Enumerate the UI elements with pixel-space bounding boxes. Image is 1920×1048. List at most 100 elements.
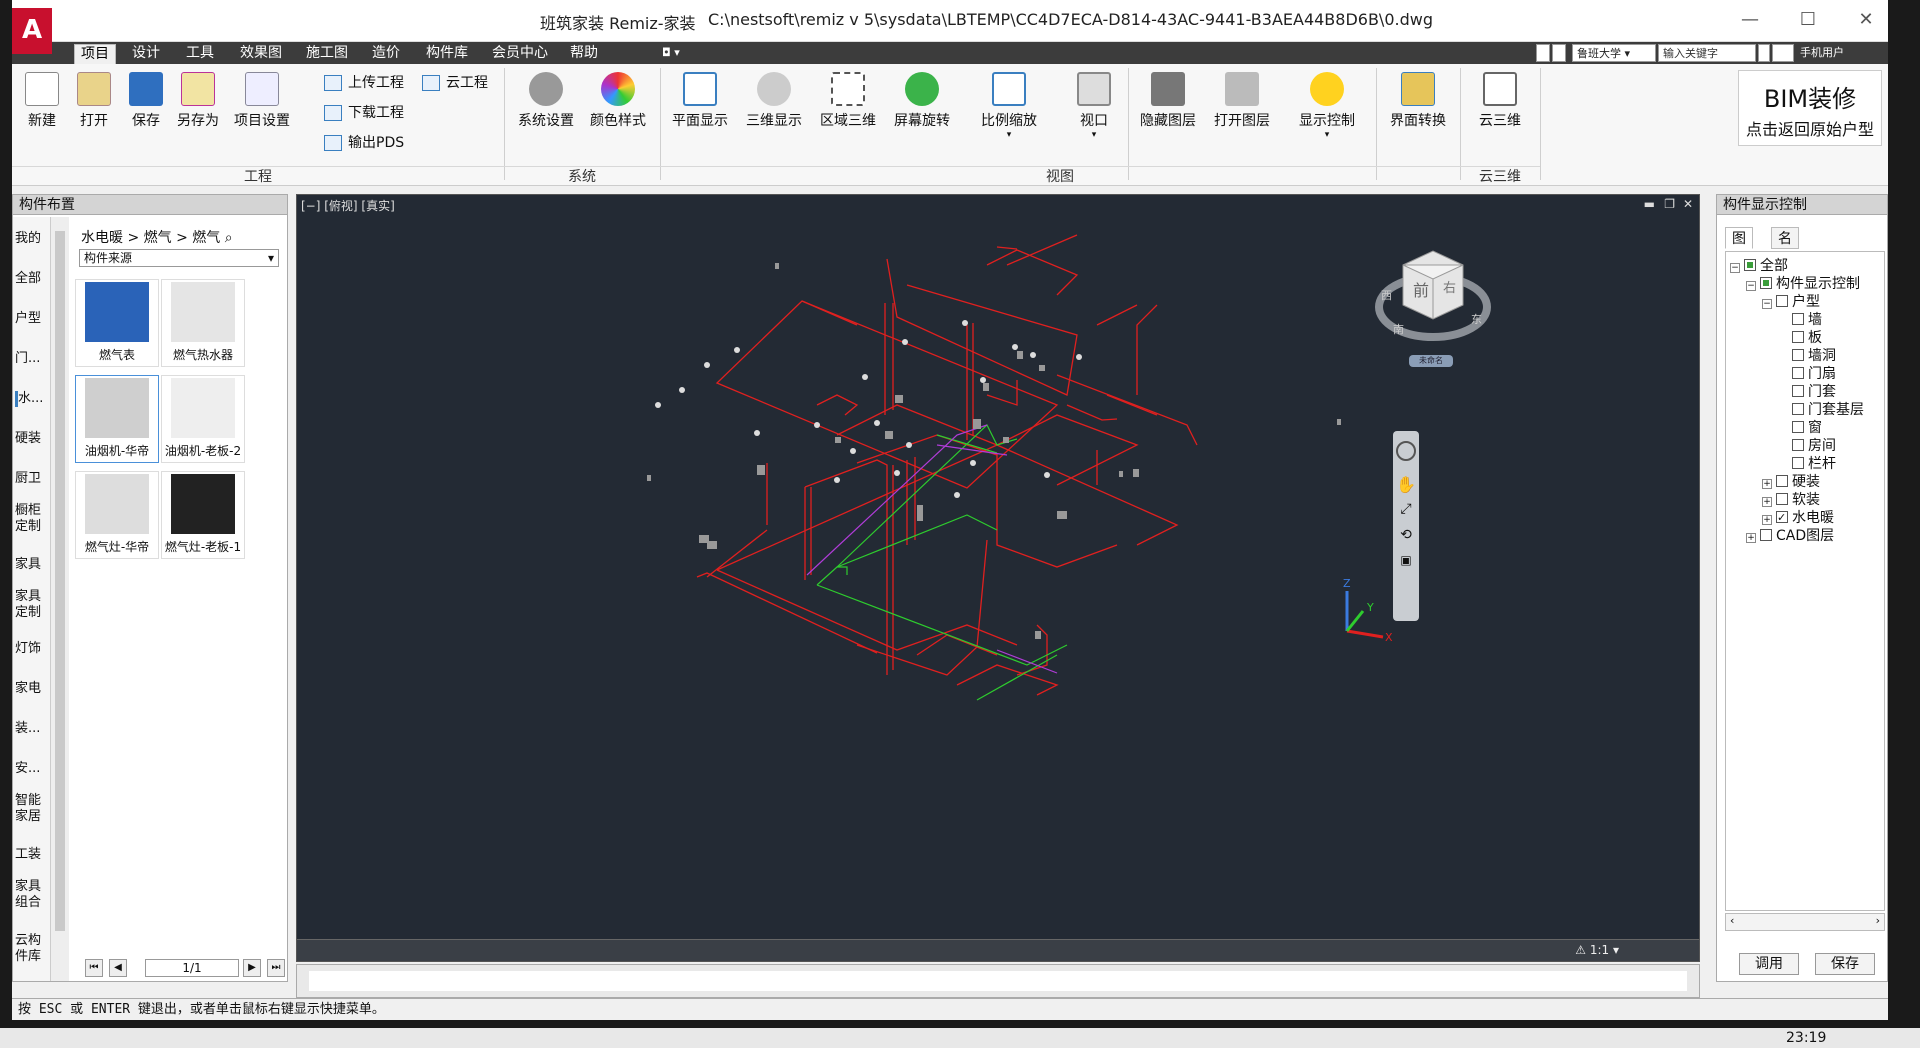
tree-node[interactable]: 墙洞 — [1778, 346, 1836, 366]
category-security[interactable]: 安... — [15, 761, 49, 777]
hide-layer-button[interactable]: 隐藏图层 — [1136, 72, 1200, 130]
last-page-icon[interactable]: ⏭ — [267, 959, 285, 977]
viewport-button[interactable]: 视口 ▾ — [1070, 72, 1118, 140]
tree-horizontal-scrollbar[interactable]: ‹ › — [1725, 913, 1885, 931]
close-icon[interactable]: ✕ — [1856, 10, 1876, 30]
system-settings-button[interactable]: 系统设置 — [514, 72, 578, 130]
expand-icon[interactable]: + — [1762, 479, 1772, 489]
category-all[interactable]: 全部 — [15, 271, 49, 287]
mail-dropdown-icon[interactable] — [1772, 44, 1794, 62]
checkbox-icon[interactable] — [1792, 313, 1804, 325]
save-button[interactable]: 保存 — [126, 72, 166, 130]
category-scrollbar[interactable] — [51, 217, 69, 981]
app-logo-icon[interactable]: A — [12, 8, 52, 54]
cad-viewport[interactable]: [−] [俯视] [真实] ▬ ❐ ✕ Z Y X 前 右 西 东 南 未命名 … — [296, 194, 1700, 962]
screen-rotate-button[interactable]: 屏幕旋转 — [890, 72, 954, 130]
region-3d-button[interactable]: 区域三维 — [816, 72, 880, 130]
call-button[interactable]: 调用 — [1739, 953, 1799, 975]
menu-construction[interactable]: 施工图 — [300, 44, 354, 64]
checkbox-icon[interactable] — [1792, 331, 1804, 343]
expand-icon[interactable]: + — [1746, 533, 1756, 543]
annotation-scale[interactable]: ⚠ 1:1 ▾ — [1575, 943, 1619, 957]
category-cloud-lib[interactable]: 云构件库 — [15, 933, 49, 969]
display-control-button[interactable]: 显示控制 ▾ — [1294, 72, 1360, 140]
component-water-heater[interactable]: 燃气热水器 — [161, 279, 245, 367]
component-stove-robam[interactable]: 燃气灶-老板-1 — [161, 471, 245, 559]
compass-west-label[interactable]: 西 — [1381, 287, 1392, 303]
menu-member[interactable]: 会员中心 — [486, 44, 554, 64]
compass-south-label[interactable]: 南 — [1393, 321, 1404, 337]
tree-node[interactable]: + 软装 — [1762, 490, 1820, 510]
open-button[interactable]: 打开 — [74, 72, 114, 130]
compass-east-label[interactable]: 东 — [1471, 311, 1482, 327]
category-cabinet[interactable]: 橱柜定制 — [15, 503, 49, 535]
download-project-button[interactable]: 下载工程 — [324, 102, 404, 124]
save-as-button[interactable]: 另存为 — [174, 72, 222, 130]
collapse-icon[interactable]: − — [1746, 281, 1756, 291]
checkbox-icon[interactable] — [1776, 475, 1788, 487]
menu-help[interactable]: 帮助 — [564, 44, 604, 64]
search-icon[interactable] — [1758, 44, 1770, 62]
component-hood-vatti[interactable]: 油烟机-华帝 — [75, 375, 159, 463]
checkbox-icon[interactable] — [1792, 385, 1804, 397]
list-view-icon[interactable] — [1552, 44, 1566, 62]
menu-cost[interactable]: 造价 — [366, 44, 406, 64]
zoom-extents-icon[interactable]: ⤢ — [1396, 501, 1416, 521]
scale-zoom-button[interactable]: 比例缩放 ▾ — [976, 72, 1042, 140]
checkbox-icon[interactable] — [1760, 277, 1772, 289]
checkbox-icon[interactable] — [1792, 457, 1804, 469]
category-tooling[interactable]: 工装 — [15, 847, 49, 863]
category-furniture[interactable]: 家具 — [15, 557, 49, 573]
bim-return-button[interactable]: BIM装修 点击返回原始户型 — [1738, 70, 1882, 146]
maximize-icon[interactable]: ☐ — [1798, 10, 1818, 30]
source-select[interactable]: 构件来源 ▾ — [79, 249, 279, 267]
camera-dropdown-icon[interactable]: ◘ ▾ — [656, 44, 686, 64]
steering-wheel-icon[interactable] — [1396, 441, 1416, 461]
tree-node[interactable]: 板 — [1778, 328, 1822, 348]
minimize-icon[interactable]: — — [1740, 10, 1760, 30]
viewcube-right-label[interactable]: 右 — [1443, 277, 1456, 296]
tree-node[interactable]: + 水电暖 — [1762, 508, 1834, 528]
category-door[interactable]: 门... — [15, 351, 49, 367]
search-icon[interactable]: ⌕ — [225, 230, 233, 246]
category-house[interactable]: 户型 — [15, 311, 49, 327]
checkbox-icon[interactable] — [1792, 367, 1804, 379]
collapse-icon[interactable]: − — [1730, 263, 1740, 273]
open-layer-button[interactable]: 打开图层 — [1210, 72, 1274, 130]
scroll-left-icon[interactable]: ‹ — [1730, 914, 1734, 927]
tab-name[interactable]: 名称 — [1771, 227, 1799, 269]
search-input[interactable]: 输入关键字 — [1658, 44, 1756, 62]
menu-design[interactable]: 设计 — [126, 44, 166, 64]
pan-hand-icon[interactable]: ✋ — [1396, 475, 1416, 495]
user-name[interactable]: 手机用户_8701 — [1796, 44, 1876, 77]
checkbox-icon[interactable] — [1792, 403, 1804, 415]
tree-node[interactable]: 门扇 — [1778, 364, 1836, 384]
tab-graphic[interactable]: 图形 — [1725, 227, 1753, 269]
tree-node[interactable]: − 户型 — [1762, 292, 1820, 312]
checkbox-icon[interactable] — [1760, 529, 1772, 541]
menu-library[interactable]: 构件库 — [420, 44, 474, 64]
tree-node[interactable]: + CAD图层 — [1746, 526, 1834, 546]
scroll-right-icon[interactable]: › — [1876, 914, 1880, 927]
tree-node[interactable]: − 全部 — [1730, 256, 1788, 276]
unnamed-view-label[interactable]: 未命名 — [1411, 355, 1451, 366]
tree-node[interactable]: 窗 — [1778, 418, 1822, 438]
category-furniture-combo[interactable]: 家具组合 — [15, 879, 49, 911]
checkbox-icon[interactable] — [1776, 508, 1788, 528]
tree-node[interactable]: 门套基层 — [1778, 400, 1864, 420]
checkbox-icon[interactable] — [1792, 421, 1804, 433]
checkbox-icon[interactable] — [1792, 349, 1804, 361]
tree-node[interactable]: 门套 — [1778, 382, 1836, 402]
export-pds-button[interactable]: 输出PDS — [324, 132, 404, 154]
orbit-icon[interactable]: ⟲ — [1396, 527, 1416, 547]
checkbox-icon[interactable] — [1744, 259, 1756, 271]
component-stove-vatti[interactable]: 燃气灶-华帝 — [75, 471, 159, 559]
color-style-button[interactable]: 颜色样式 — [586, 72, 650, 130]
project-settings-button[interactable]: 项目设置 — [230, 72, 294, 130]
component-gas-meter[interactable]: 燃气表 — [75, 279, 159, 367]
viewcube-icon[interactable] — [1375, 250, 1491, 367]
component-hood-robam[interactable]: 油烟机-老板-2 — [161, 375, 245, 463]
first-page-icon[interactable]: ⏮ — [85, 959, 103, 977]
tree-node[interactable]: 墙 — [1778, 310, 1822, 330]
save-display-button[interactable]: 保存 — [1815, 953, 1875, 975]
